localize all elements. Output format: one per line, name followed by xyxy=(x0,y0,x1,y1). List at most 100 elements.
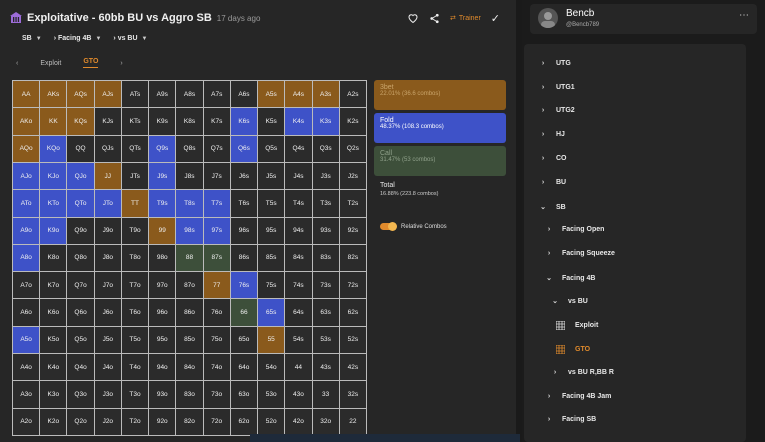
hand-cell[interactable]: J5s xyxy=(258,162,286,191)
hand-cell[interactable]: 52o xyxy=(258,408,286,436)
hand-cell[interactable]: ATo xyxy=(13,190,41,218)
hand-cell[interactable]: JTs xyxy=(121,162,150,191)
hand-cell[interactable]: 95s xyxy=(258,217,286,245)
hand-cell[interactable]: A6s xyxy=(230,81,259,109)
hand-cell[interactable]: K3s xyxy=(312,108,340,136)
tree-item-facing-4b-jam[interactable]: › Facing 4B Jam xyxy=(546,393,612,400)
tree-item-co[interactable]: › CO xyxy=(540,155,567,162)
hand-cell[interactable]: K7o xyxy=(40,272,68,300)
hand-cell[interactable]: Q4s xyxy=(285,135,313,163)
hand-cell[interactable]: 99 xyxy=(149,217,177,245)
hand-cell[interactable]: 96s xyxy=(230,217,259,245)
hand-cell[interactable]: A8o xyxy=(13,244,41,273)
hand-cell[interactable]: AKo xyxy=(13,108,41,136)
hand-cell[interactable]: 64o xyxy=(230,354,259,382)
tree-item-facing-sb[interactable]: › Facing SB xyxy=(546,416,596,423)
hand-cell[interactable]: 82s xyxy=(339,244,367,273)
hand-cell[interactable]: 75o xyxy=(203,326,231,355)
hand-cell[interactable]: T4o xyxy=(121,354,150,382)
hand-cell[interactable]: A8s xyxy=(176,81,204,109)
hand-cell[interactable]: Q6s xyxy=(230,135,259,163)
chevron-right-icon[interactable]: › xyxy=(120,60,122,67)
hand-cell[interactable]: KQs xyxy=(67,108,95,136)
hand-cell[interactable]: Q9o xyxy=(67,217,95,245)
hand-cell[interactable]: A4o xyxy=(13,354,41,382)
hand-cell[interactable]: J7s xyxy=(203,162,231,191)
tree-item-utg[interactable]: › UTG xyxy=(540,60,571,67)
hand-cell[interactable]: K4s xyxy=(285,108,313,136)
hand-cell[interactable]: T7s xyxy=(203,190,231,218)
hand-cell[interactable]: Q8o xyxy=(67,244,95,273)
hand-cell[interactable]: KJo xyxy=(40,162,68,191)
hand-cell[interactable]: AQo xyxy=(13,135,41,163)
tree-item-gto[interactable]: GTO xyxy=(556,345,590,354)
hand-cell[interactable]: AJs xyxy=(94,81,122,109)
hand-cell[interactable]: 53s xyxy=(312,326,340,355)
hand-cell[interactable]: J3s xyxy=(312,162,340,191)
hand-cell[interactable]: J4s xyxy=(285,162,313,191)
hand-cell[interactable]: J6o xyxy=(94,299,122,327)
hand-cell[interactable]: 62o xyxy=(230,408,259,436)
hand-cell[interactable]: K9s xyxy=(149,108,177,136)
hand-cell[interactable]: Q7o xyxy=(67,272,95,300)
hand-cell[interactable]: A3o xyxy=(13,381,41,409)
hand-cell[interactable]: 65o xyxy=(230,326,259,355)
hand-cell[interactable]: K5s xyxy=(258,108,286,136)
hand-cell[interactable]: J7o xyxy=(94,272,122,300)
hand-cell[interactable]: 73s xyxy=(312,272,340,300)
hand-cell[interactable]: QQ xyxy=(67,135,95,163)
action-3bet[interactable]: 3bet 22.01% (36.6 combos) xyxy=(374,80,506,110)
hand-cell[interactable]: T7o xyxy=(121,272,150,300)
tree-item-hj[interactable]: › HJ xyxy=(540,131,565,138)
chevron-left-icon[interactable]: ‹ xyxy=(16,60,18,67)
hand-cell[interactable]: 75s xyxy=(258,272,286,300)
hand-cell[interactable]: 63s xyxy=(312,299,340,327)
hand-cell[interactable]: 33 xyxy=(312,381,340,409)
hand-cell[interactable]: 87o xyxy=(176,272,204,300)
hand-cell[interactable]: J2o xyxy=(94,408,122,436)
hand-cell[interactable]: 44 xyxy=(285,354,313,382)
hand-cell[interactable]: J2s xyxy=(339,162,367,191)
hand-cell[interactable]: 22 xyxy=(339,408,367,436)
hand-cell[interactable]: 42o xyxy=(285,408,313,436)
hand-cell[interactable]: AJo xyxy=(13,162,41,191)
hand-cell[interactable]: K2s xyxy=(339,108,367,136)
hand-cell[interactable]: KK xyxy=(40,108,68,136)
hand-cell[interactable]: 72o xyxy=(203,408,231,436)
hand-cell[interactable]: 64s xyxy=(285,299,313,327)
position-select[interactable]: SB ▼ xyxy=(22,35,42,42)
toggle-switch[interactable] xyxy=(380,222,397,231)
tab-gto[interactable]: GTO xyxy=(83,58,99,68)
hand-cell[interactable]: 86o xyxy=(176,299,204,327)
hand-cell[interactable]: QTo xyxy=(67,190,95,218)
hand-cell[interactable]: KQo xyxy=(40,135,68,163)
hand-cell[interactable]: 84s xyxy=(285,244,313,273)
trainer-button[interactable]: ⇄ Trainer xyxy=(450,14,481,23)
hand-cell[interactable]: 92o xyxy=(149,408,177,436)
hand-cell[interactable]: 74s xyxy=(285,272,313,300)
hand-cell[interactable]: 94s xyxy=(285,217,313,245)
hand-cell[interactable]: K7s xyxy=(203,108,231,136)
hand-cell[interactable]: A6o xyxy=(13,299,41,327)
hand-cell[interactable]: K3o xyxy=(40,381,68,409)
hand-cell[interactable]: 52s xyxy=(339,326,367,355)
hand-cell[interactable]: Q3o xyxy=(67,381,95,409)
hand-cell[interactable]: J6s xyxy=(230,162,259,191)
hand-cell[interactable]: 43o xyxy=(285,381,313,409)
hand-cell[interactable]: K6o xyxy=(40,299,68,327)
hand-cell[interactable]: 97o xyxy=(149,272,177,300)
hand-cell[interactable]: K8s xyxy=(176,108,204,136)
hand-cell[interactable]: 53o xyxy=(258,381,286,409)
hand-cell[interactable]: Q6o xyxy=(67,299,95,327)
action-fold[interactable]: Fold 48.37% (108.3 combos) xyxy=(374,113,506,143)
hand-cell[interactable]: 83o xyxy=(176,381,204,409)
hand-cell[interactable]: 74o xyxy=(203,354,231,382)
hand-cell[interactable]: T8o xyxy=(121,244,150,273)
hand-cell[interactable]: Q7s xyxy=(203,135,231,163)
hand-cell[interactable]: T9o xyxy=(121,217,150,245)
hand-cell[interactable]: T3s xyxy=(312,190,340,218)
hand-cell[interactable]: A4s xyxy=(285,81,313,109)
tree-item-vs-bu[interactable]: ⌄ vs BU xyxy=(552,297,588,306)
hand-cell[interactable]: AA xyxy=(13,81,41,109)
hand-cell[interactable]: A5s xyxy=(258,81,286,109)
